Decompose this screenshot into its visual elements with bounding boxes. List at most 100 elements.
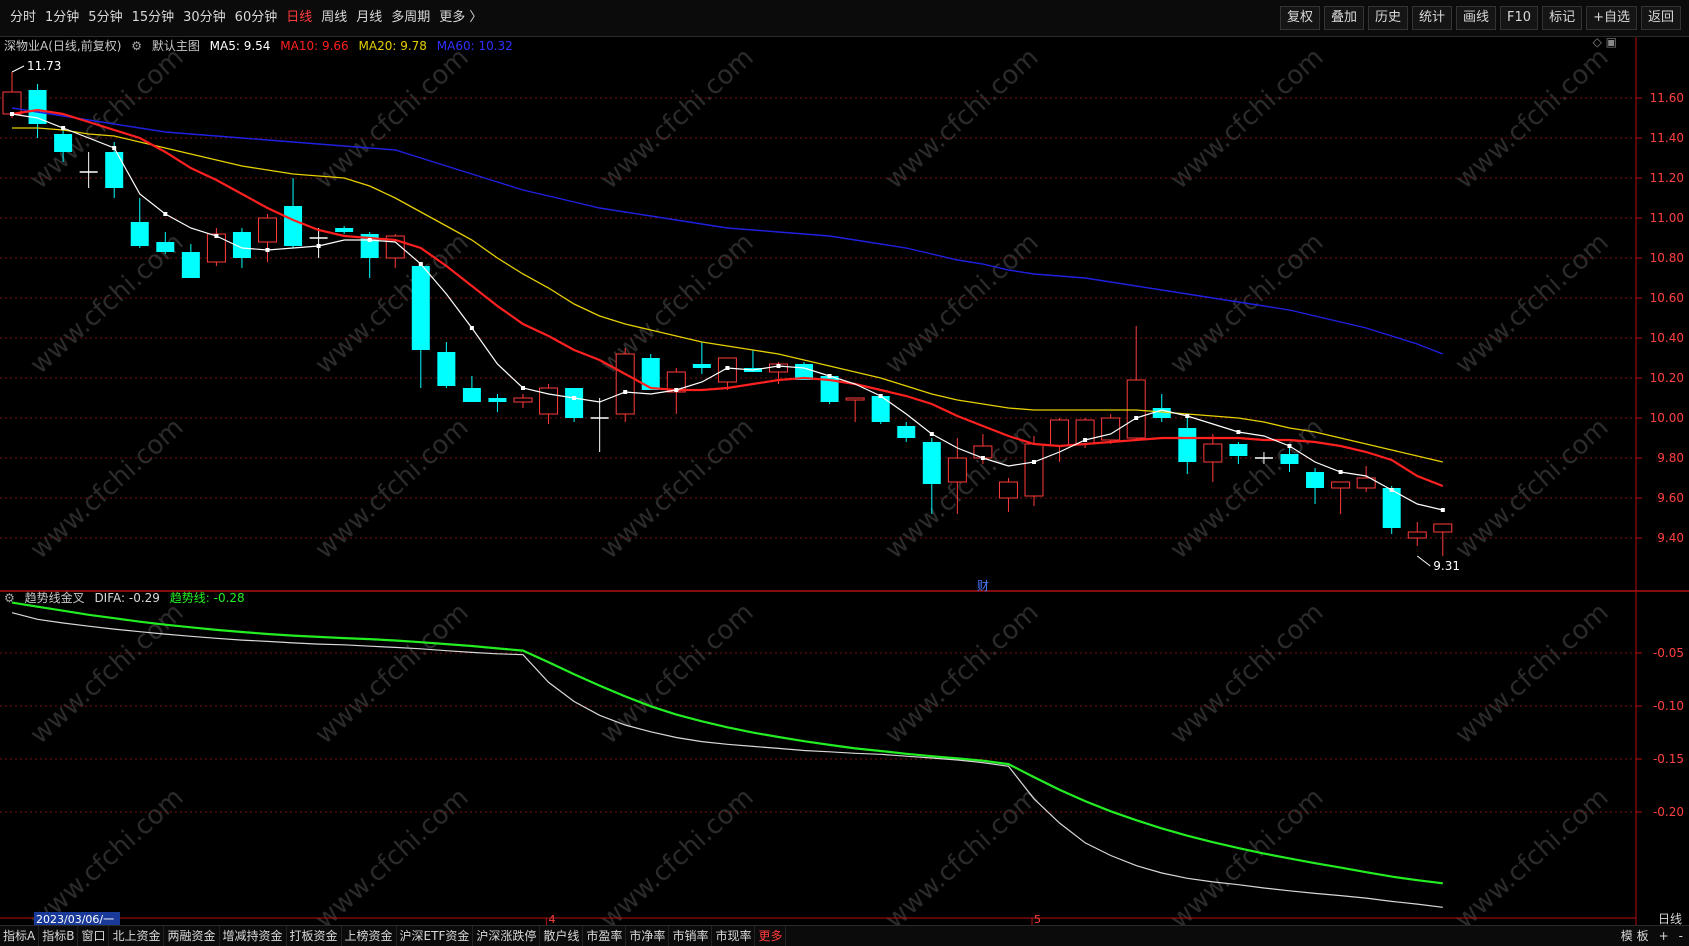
bottom-tab[interactable]: 北上资金 (109, 926, 165, 946)
indicator-title[interactable]: 趋势线金叉 (25, 591, 85, 605)
watermark-text: www.cfchi.com (1450, 227, 1615, 380)
toolbar-button[interactable]: F10 (1500, 6, 1539, 30)
bottom-control[interactable]: + (1659, 926, 1669, 946)
ma5-marker (521, 386, 525, 390)
bottom-tab[interactable]: 打板资金 (287, 926, 342, 946)
candle-body (437, 352, 456, 386)
candle-body (897, 426, 916, 438)
maximize-icon[interactable]: ▣ (1606, 35, 1617, 49)
period-tab[interactable]: 60分钟 (235, 6, 278, 30)
price-tick-label: 10.60 (1650, 291, 1684, 305)
candle-body (845, 397, 865, 401)
bottom-control[interactable]: - (1679, 926, 1683, 946)
watermark-text: www.cfchi.com (1450, 597, 1615, 750)
bottom-tab[interactable]: 市销率 (669, 926, 713, 946)
period-tab[interactable]: 分时 (10, 6, 36, 30)
candle-body (947, 457, 967, 483)
top-toolbar: 分时 1分钟 5分钟 15分钟 30分钟 60分钟 日线 周线 月线 多周期 更多 〉 复权 叠加 历史… (0, 0, 1689, 37)
template-label[interactable]: 默认主图 (152, 39, 200, 53)
period-tab[interactable]: 15分钟 (132, 6, 175, 30)
candle (1178, 414, 1197, 474)
candle-body (411, 266, 430, 350)
bottom-tab[interactable]: 增减持资金 (220, 926, 287, 946)
toolbar-button[interactable]: 统计 (1412, 6, 1453, 30)
watermark-text: www.cfchi.com (1450, 42, 1615, 195)
ma5-marker (623, 390, 628, 394)
period-tab[interactable]: 周线 (321, 6, 347, 30)
candle-body (156, 242, 175, 252)
candle-body (1203, 443, 1223, 463)
candle-body (462, 388, 481, 402)
bottom-tab[interactable]: 市净率 (626, 926, 670, 946)
bottom-tab[interactable]: 散户线 (540, 926, 584, 946)
chart-area[interactable]: www.cfchi.com www.cfchi.com www.cfchi.com w… (0, 0, 1689, 945)
bottom-tab[interactable]: 两融资金 (164, 926, 220, 946)
watermark-text: www.cfchi.com (595, 782, 760, 935)
price-tick-label: 10.00 (1650, 411, 1684, 425)
candle (488, 394, 507, 412)
candle (998, 478, 1018, 512)
price-tick-label: 10.20 (1650, 371, 1684, 385)
period-tab[interactable]: 多周期 (391, 6, 430, 30)
candle-body (1178, 428, 1197, 462)
toolbar-button[interactable]: 复权 (1279, 6, 1320, 30)
diamond-icon[interactable]: ◇ (1593, 35, 1602, 49)
watermark-text: www.cfchi.com (595, 412, 760, 565)
candle-body (513, 397, 533, 403)
indicator-tick-label: -0.15 (1653, 752, 1684, 766)
toolbar-button[interactable]: 返回 (1640, 6, 1681, 30)
bottom-control[interactable]: 模 板 (1621, 926, 1649, 946)
watermark-text: www.cfchi.com (595, 597, 760, 750)
indicator-legend: ⚙ 趋势线金叉 DIFA: -0.29 趋势线: -0.28 (4, 589, 251, 607)
period-tab[interactable]: 30分钟 (183, 6, 226, 30)
ma5-marker (929, 432, 934, 436)
period-tab[interactable]: 1分钟 (45, 6, 79, 30)
candle (539, 384, 559, 424)
period-tab[interactable]: 5分钟 (88, 6, 122, 30)
bottom-tab[interactable]: 更多 (755, 926, 787, 946)
period-tabs: 分时 1分钟 5分钟 15分钟 30分钟 60分钟 日线 周线 月线 多周期 更多 〉 (10, 6, 482, 30)
bottom-tab[interactable]: 市盈率 (583, 926, 627, 946)
toolbar-button[interactable]: 画线 (1456, 6, 1497, 30)
ma5-marker (265, 248, 270, 252)
toolbar-button[interactable]: +自选 (1586, 6, 1637, 30)
toolbar-button[interactable]: 叠加 (1323, 6, 1364, 30)
bottom-tab[interactable]: 窗口 (78, 926, 110, 946)
price-tick-label: 10.40 (1650, 331, 1684, 345)
main-chart-title[interactable]: 深物业A(日线,前复权) (4, 39, 121, 53)
annotation-label: 9.31 (1433, 559, 1460, 573)
candle (105, 142, 124, 198)
price-tick-label: 9.40 (1657, 531, 1684, 545)
ma5-marker (1032, 460, 1036, 464)
bottom-tab[interactable]: 指标B (39, 926, 79, 946)
toolbar-button[interactable]: 历史 (1367, 6, 1408, 30)
ma5-marker (1440, 508, 1445, 512)
ma5-marker (980, 456, 985, 460)
x-axis: 4 52023/03/06/一 日线 (0, 912, 1682, 926)
ma5-marker (1287, 444, 1292, 448)
candle (1229, 442, 1248, 464)
indicator-settings-icon[interactable]: ⚙ (4, 591, 15, 605)
period-tab[interactable]: 更多 〉 (439, 6, 482, 30)
bottom-tab[interactable]: 市现率 (712, 926, 756, 946)
candle-body (1407, 531, 1427, 539)
candle-body (258, 217, 277, 243)
indicator-tick-label: -0.05 (1653, 646, 1684, 660)
bottom-tab[interactable]: 上榜资金 (342, 926, 397, 946)
period-tab[interactable]: 日线 (286, 6, 312, 30)
bottom-tab[interactable]: 沪深涨跌停 (473, 926, 541, 946)
ma5-marker (367, 238, 372, 242)
candle-body (1101, 417, 1121, 441)
candle (2, 72, 22, 118)
candle-body (1306, 472, 1325, 488)
settings-gear-icon[interactable]: ⚙ (131, 39, 142, 53)
bottom-tab[interactable]: 指标A (0, 926, 40, 946)
candle (437, 342, 456, 388)
candle-body (1050, 419, 1070, 447)
watermark-text: www.cfchi.com (310, 782, 475, 935)
bottom-tab[interactable]: 沪深ETF资金 (397, 926, 474, 946)
toolbar-button[interactable]: 标记 (1542, 6, 1583, 30)
ma5-marker (1338, 470, 1343, 474)
candle-body (692, 364, 711, 368)
period-tab[interactable]: 月线 (356, 6, 382, 30)
